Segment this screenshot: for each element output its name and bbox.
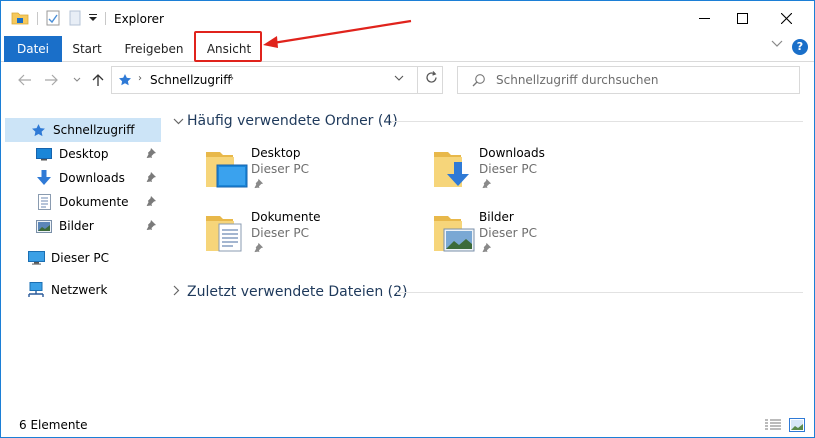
address-bar[interactable]: › Schnellzugriff › xyxy=(111,66,443,94)
sidebar-item-downloads[interactable]: Downloads xyxy=(5,166,161,190)
sidebar-item-label: Downloads xyxy=(59,171,125,185)
sidebar-item-schnellzugriff[interactable]: Schnellzugriff xyxy=(5,118,161,142)
pin-icon[interactable] xyxy=(145,219,157,231)
group-header-recent-files[interactable]: Zuletzt verwendete Dateien (2) xyxy=(173,282,408,302)
details-view-icon[interactable] xyxy=(765,419,781,431)
tab-start[interactable]: Start xyxy=(63,36,111,62)
breadcrumb-schnellzugriff[interactable]: Schnellzugriff xyxy=(150,73,232,87)
minimize-icon xyxy=(698,18,710,19)
download-arrow-icon xyxy=(35,170,53,186)
maximize-icon xyxy=(736,13,748,24)
desktop-icon xyxy=(35,146,53,162)
pictures-icon xyxy=(35,218,53,234)
downloads-folder-icon xyxy=(433,146,477,190)
pin-icon[interactable] xyxy=(481,178,493,190)
status-bar: 6 Elemente xyxy=(1,413,814,437)
breadcrumb-chevron-icon[interactable]: › xyxy=(138,73,142,84)
folder-name: Bilder xyxy=(479,210,514,224)
close-icon xyxy=(780,13,792,24)
folder-app-icon[interactable] xyxy=(11,10,29,26)
address-divider xyxy=(417,67,418,93)
computer-icon xyxy=(27,250,45,266)
annotation-highlight-box xyxy=(194,31,262,62)
sidebar-item-netzwerk[interactable]: Netzwerk xyxy=(5,278,161,302)
folder-tile-bilder[interactable]: Bilder Dieser PC xyxy=(433,210,653,266)
maximize-button[interactable] xyxy=(719,1,765,36)
quick-access-star-icon xyxy=(118,73,132,87)
annotation-arrow xyxy=(263,19,412,48)
close-button[interactable] xyxy=(763,1,809,36)
refresh-icon[interactable] xyxy=(422,71,440,89)
sidebar-item-desktop[interactable]: Desktop xyxy=(5,142,161,166)
pin-icon[interactable] xyxy=(481,242,493,254)
pin-icon[interactable] xyxy=(145,171,157,183)
group-divider xyxy=(397,292,803,293)
folder-name: Dokumente xyxy=(251,210,321,224)
recent-locations-chevron-icon[interactable] xyxy=(67,71,87,89)
group-header-label: Häufig verwendete Ordner (4) xyxy=(187,113,398,129)
folder-tile-downloads[interactable]: Downloads Dieser PC xyxy=(433,146,653,202)
forward-arrow-icon[interactable] xyxy=(41,71,61,89)
search-icon xyxy=(472,73,486,87)
address-dropdown-chevron-icon[interactable] xyxy=(394,73,404,84)
quick-access-dropdown-icon[interactable] xyxy=(87,10,99,26)
network-icon xyxy=(27,282,45,298)
new-folder-icon[interactable] xyxy=(67,10,83,26)
pin-icon[interactable] xyxy=(145,147,157,159)
explorer-window: Explorer Datei Start Freigeben Ansicht ? xyxy=(0,0,815,438)
folder-tile-desktop[interactable]: Desktop Dieser PC xyxy=(205,146,425,202)
navigation-pane: Schnellzugriff Desktop Downloads Dokumen… xyxy=(1,111,163,401)
folder-location: Dieser PC xyxy=(479,226,537,240)
sidebar-item-label: Dieser PC xyxy=(51,251,109,265)
sidebar-item-bilder[interactable]: Bilder xyxy=(5,214,161,238)
up-arrow-icon[interactable] xyxy=(88,71,108,89)
folder-name: Desktop xyxy=(251,146,301,160)
folder-tile-dokumente[interactable]: Dokumente Dieser PC xyxy=(205,210,425,266)
search-box[interactable] xyxy=(457,66,800,94)
group-header-label: Zuletzt verwendete Dateien (2) xyxy=(187,284,408,300)
quick-access-star-icon xyxy=(29,122,47,138)
quick-access-separator xyxy=(37,12,38,25)
search-input[interactable] xyxy=(496,72,786,88)
item-count: 6 Elemente xyxy=(19,418,88,432)
pin-icon[interactable] xyxy=(145,195,157,207)
folder-location: Dieser PC xyxy=(251,226,309,240)
expand-ribbon-chevron-icon[interactable] xyxy=(771,40,785,54)
documents-folder-icon xyxy=(205,210,249,254)
tab-freigeben[interactable]: Freigeben xyxy=(119,36,189,62)
help-icon[interactable]: ? xyxy=(792,39,808,55)
folder-name: Downloads xyxy=(479,146,545,160)
folder-location: Dieser PC xyxy=(251,162,309,176)
chevron-down-icon xyxy=(173,115,185,128)
chevron-right-icon xyxy=(173,285,185,299)
window-title: Explorer xyxy=(114,12,164,26)
group-header-frequent-folders[interactable]: Häufig verwendete Ordner (4) xyxy=(173,111,398,131)
back-arrow-icon[interactable] xyxy=(15,71,35,89)
sidebar-item-dieser-pc[interactable]: Dieser PC xyxy=(5,246,161,270)
breadcrumb-chevron-icon[interactable]: › xyxy=(230,73,234,84)
sidebar-item-label: Dokumente xyxy=(59,195,129,209)
sidebar-item-dokumente[interactable]: Dokumente xyxy=(5,190,161,214)
sidebar-item-label: Bilder xyxy=(59,219,94,233)
large-icons-view-icon[interactable] xyxy=(789,418,805,432)
sidebar-item-label: Desktop xyxy=(59,147,109,161)
group-divider xyxy=(391,121,803,122)
properties-check-icon[interactable] xyxy=(45,10,61,26)
title-separator xyxy=(105,12,106,25)
pictures-folder-icon xyxy=(433,210,477,254)
desktop-folder-icon xyxy=(205,146,249,190)
sidebar-item-label: Netzwerk xyxy=(51,283,108,297)
folder-location: Dieser PC xyxy=(479,162,537,176)
pin-icon[interactable] xyxy=(253,242,265,254)
sidebar-item-label: Schnellzugriff xyxy=(53,123,135,137)
pin-icon[interactable] xyxy=(253,178,265,190)
documents-icon xyxy=(35,194,53,210)
tab-datei[interactable]: Datei xyxy=(4,36,62,62)
